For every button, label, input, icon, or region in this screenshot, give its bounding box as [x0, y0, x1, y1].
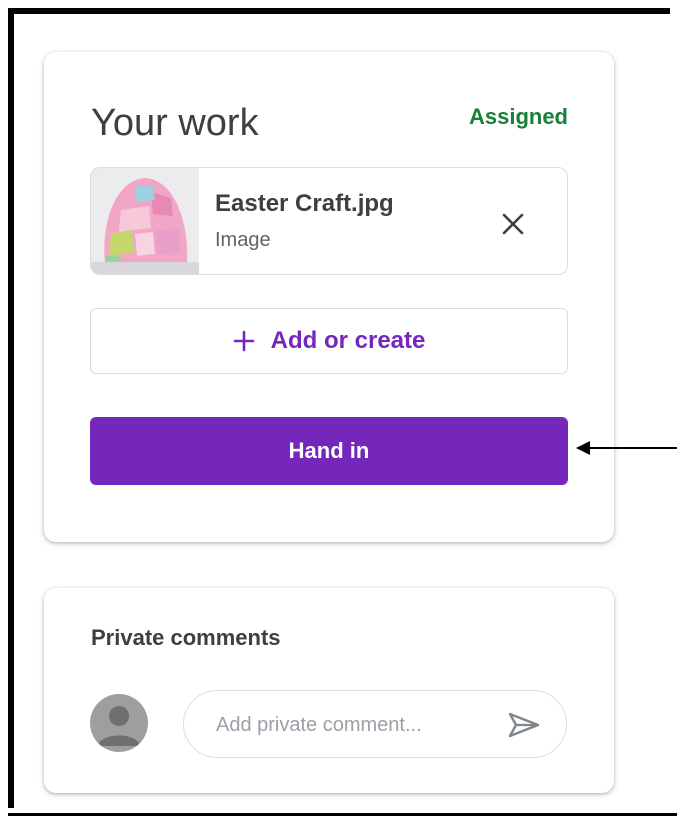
add-or-create-button[interactable]: Add or create: [90, 308, 568, 374]
your-work-title: Your work: [91, 102, 259, 144]
hand-in-button[interactable]: Hand in: [90, 417, 568, 485]
avatar-icon: [90, 694, 148, 752]
add-or-create-label: Add or create: [270, 327, 426, 354]
remove-attachment-button[interactable]: [493, 204, 533, 244]
close-icon: [502, 213, 524, 235]
attachment-item[interactable]: Easter Craft.jpg Image: [90, 167, 568, 275]
frame-border-bottom: [8, 813, 677, 816]
plus-icon: [233, 330, 254, 352]
private-comment-input[interactable]: [214, 707, 488, 743]
attachment-name[interactable]: Easter Craft.jpg: [215, 190, 394, 218]
private-comments-card: Private comments: [44, 588, 614, 793]
status-label: Assigned: [468, 104, 568, 129]
private-comments-title: Private comments: [91, 625, 281, 650]
your-work-card: Your work Assigned Easter Craft.jpg Imag…: [44, 52, 614, 542]
image-thumbnail[interactable]: [91, 168, 199, 274]
private-comment-field[interactable]: [183, 690, 567, 758]
pointer-arrow-icon: [576, 441, 677, 455]
send-icon: [508, 712, 540, 738]
attachment-type: Image: [215, 229, 271, 251]
send-button[interactable]: [504, 707, 544, 743]
